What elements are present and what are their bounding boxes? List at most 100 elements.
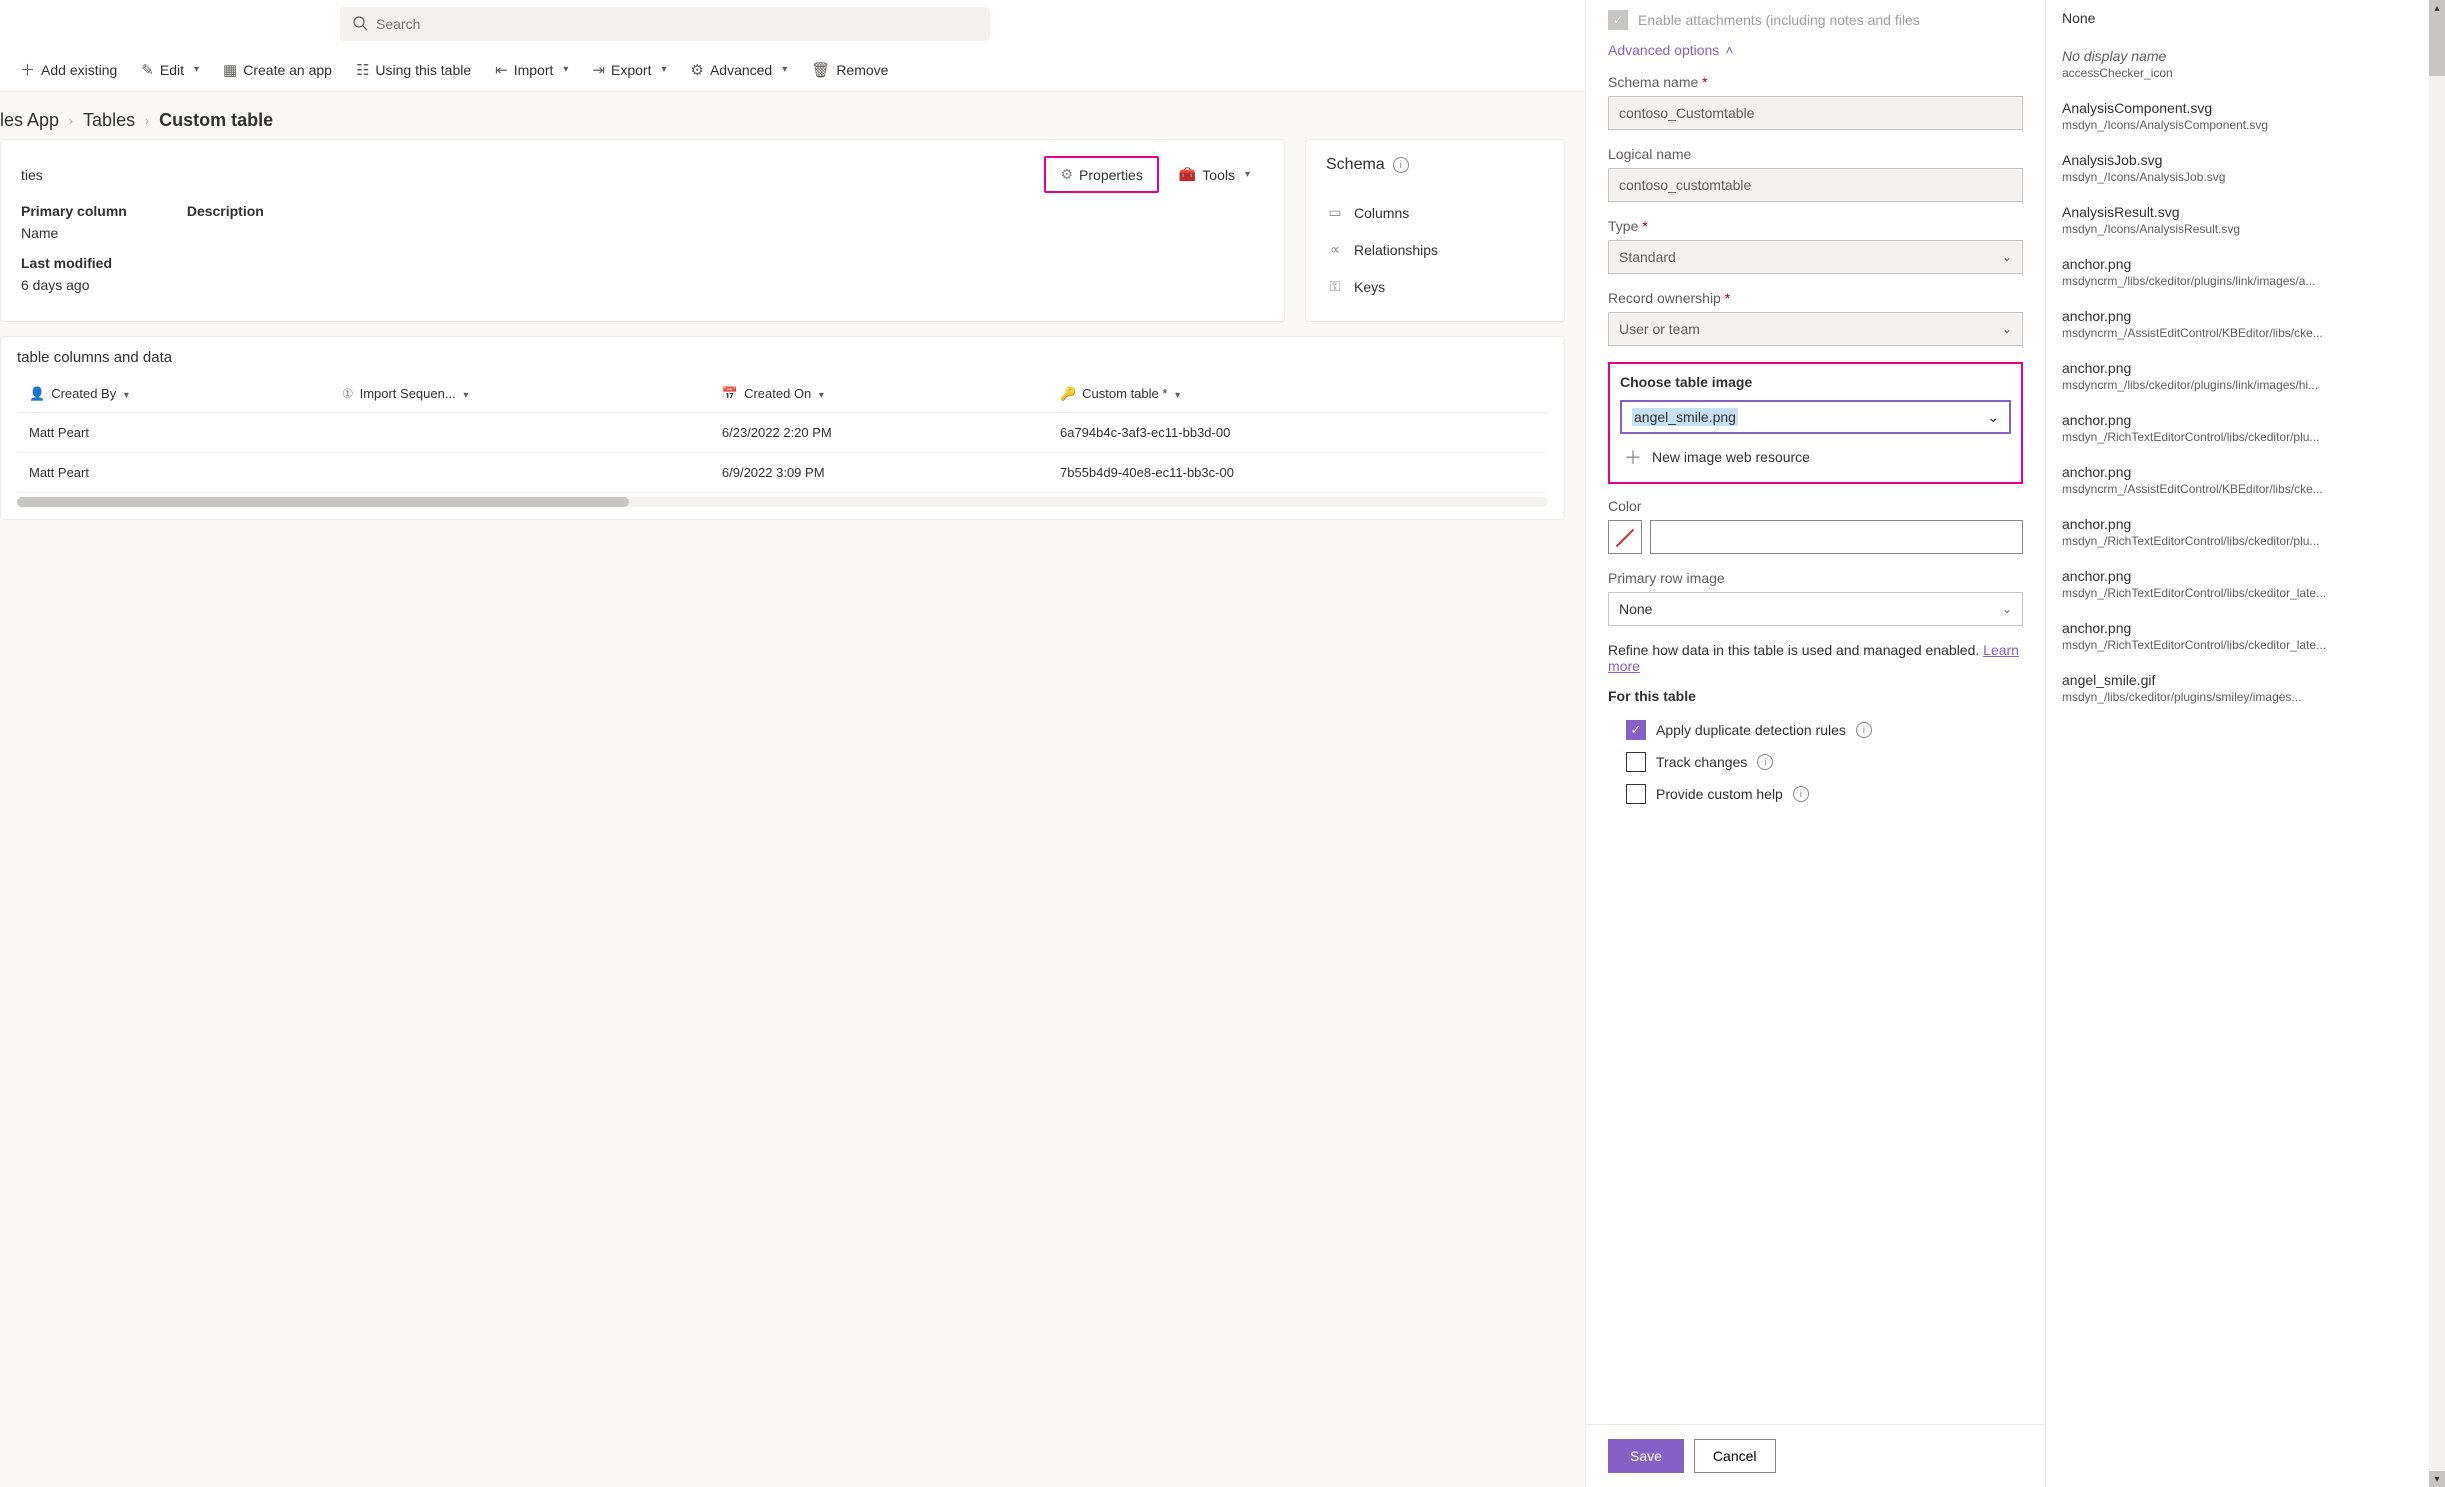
logical-name-field: Logical name (1608, 146, 2023, 202)
checkbox[interactable] (1626, 784, 1646, 804)
new-image-resource-button[interactable]: ＋ New image web resource (1620, 434, 2011, 472)
dropdown-item[interactable]: angel_smile.gifmsdyn_/libs/ckeditor/plug… (2046, 662, 2445, 714)
item-path: msdyn_/RichTextEditorControl/libs/ckedit… (2062, 430, 2429, 444)
cancel-button[interactable]: Cancel (1694, 1439, 1776, 1473)
last-modified-label: Last modified (21, 255, 127, 271)
table-cell: Matt Peart (17, 453, 330, 493)
record-ownership-field: Record ownership * User or team⌄ (1608, 290, 2023, 346)
checkbox[interactable] (1626, 752, 1646, 772)
horizontal-scrollbar[interactable] (17, 497, 1548, 507)
advanced-button[interactable]: ⚙ Advanced ▾ (681, 54, 798, 86)
schema-relationships-link[interactable]: ∝ Relationships (1326, 231, 1544, 268)
for-this-table-heading: For this table (1608, 688, 2023, 704)
properties-button[interactable]: ⚙ Properties (1044, 156, 1158, 193)
checkbox[interactable]: ✓ (1626, 720, 1646, 740)
option-custom-help[interactable]: Provide custom help i (1608, 778, 2023, 810)
export-button[interactable]: ⇥ Export ▾ (582, 54, 676, 86)
save-button[interactable]: Save (1608, 1439, 1684, 1473)
crumb-tables[interactable]: Tables (83, 110, 135, 131)
tools-button[interactable]: 🧰 Tools ▾ (1165, 156, 1264, 193)
key-icon: 🔑 (1060, 386, 1076, 401)
scrollbar-thumb[interactable] (17, 497, 629, 507)
schema-keys-link[interactable]: ⚿ Keys (1326, 268, 1544, 305)
label: Create an app (243, 62, 332, 78)
schema-columns-link[interactable]: ▭ Columns (1326, 194, 1544, 231)
color-swatch[interactable] (1608, 520, 1642, 554)
using-table-button[interactable]: ☷ Using this table (346, 54, 481, 86)
dropdown-item[interactable]: AnalysisJob.svgmsdyn_/Icons/AnalysisJob.… (2046, 142, 2445, 194)
crumb-app[interactable]: les App (0, 110, 59, 131)
col-created-on[interactable]: 📅Created On ▾ (710, 376, 1048, 413)
dropdown-item[interactable]: anchor.pngmsdyncrm_/AssistEditControl/KB… (2046, 454, 2445, 506)
edit-panel: ✓ Enable attachments (including notes an… (1585, 0, 2045, 1487)
item-name: anchor.png (2062, 308, 2429, 324)
dropdown-item[interactable]: AnalysisResult.svgmsdyn_/Icons/AnalysisR… (2046, 194, 2445, 246)
gear-icon: ⚙ (1060, 166, 1073, 183)
search-box[interactable] (340, 7, 990, 41)
schema-name-input (1608, 96, 2023, 130)
table-row[interactable]: Matt Peart6/23/2022 2:20 PM6a794b4c-3af3… (17, 413, 1548, 453)
col-import-seq[interactable]: ①Import Sequen... ▾ (330, 376, 710, 413)
label: Advanced (710, 62, 772, 78)
label: Tools (1202, 167, 1235, 183)
item-path: msdyncrm_/libs/ckeditor/plugins/link/ima… (2062, 274, 2429, 288)
dropdown-item[interactable]: anchor.png msdyn_/RichTextEditorControl/l… (2046, 402, 2445, 454)
remove-button[interactable]: 🗑 Remove (801, 54, 898, 86)
item-name: anchor.png (2062, 360, 2429, 376)
app-icon: ▦ (223, 61, 237, 79)
label: Edit (160, 62, 184, 78)
dropdown-item[interactable]: anchor.pngmsdyncrm_/AssistEditControl/KB… (2046, 298, 2445, 350)
export-icon: ⇥ (592, 61, 605, 79)
chevron-up-icon: ˄ (1725, 42, 1733, 58)
label: Import (514, 62, 554, 78)
dropdown-item[interactable]: anchor.pngmsdyn_/RichTextEditorControl/l… (2046, 558, 2445, 610)
dropdown-item[interactable]: AnalysisComponent.svgmsdyn_/Icons/Analys… (2046, 90, 2445, 142)
dropdown-item[interactable]: No display nameaccessChecker_icon (2046, 38, 2445, 90)
choose-table-image-select[interactable]: angel_smile.png ⌄ (1620, 400, 2011, 434)
col-created-by[interactable]: 👤Created By ▾ (17, 376, 330, 413)
item-path: accessChecker_icon (2062, 66, 2429, 80)
option-duplicate-detection[interactable]: ✓ Apply duplicate detection rules i (1608, 714, 2023, 746)
choose-table-image-label: Choose table image (1620, 374, 2011, 390)
info-icon[interactable]: i (1793, 786, 1809, 802)
add-existing-button[interactable]: ＋ Add existing (10, 54, 127, 86)
advanced-options-toggle[interactable]: Advanced options ˄ (1608, 42, 2023, 58)
dropdown-item[interactable]: anchor.pngmsdyn_/RichTextEditorControl/l… (2046, 506, 2445, 558)
enable-attachments-row: ✓ Enable attachments (including notes an… (1608, 10, 2023, 30)
data-card-title: table columns and data (17, 349, 1548, 366)
image-dropdown-list[interactable]: None No display nameaccessChecker_iconAn… (2045, 0, 2445, 1487)
scroll-down-arrow[interactable]: ▾ (2429, 1471, 2445, 1487)
record-ownership-select: User or team⌄ (1608, 312, 2023, 346)
primary-row-image-field: Primary row image None⌄ (1608, 570, 2023, 626)
col-custom-table[interactable]: 🔑Custom table * ▾ (1048, 376, 1548, 413)
option-track-changes[interactable]: Track changes i (1608, 746, 2023, 778)
create-app-button[interactable]: ▦ Create an app (213, 54, 342, 86)
dropdown-item[interactable]: anchor.pngmsdyn_/RichTextEditorControl/l… (2046, 610, 2445, 662)
scrollbar-thumb[interactable] (2429, 16, 2445, 76)
last-modified-value: 6 days ago (21, 277, 127, 293)
dropdown-item[interactable]: anchor.pngmsdyncrm_/libs/ckeditor/plugin… (2046, 350, 2445, 402)
primary-row-image-select[interactable]: None⌄ (1608, 592, 2023, 626)
label: Export (611, 62, 651, 78)
table-cell: 6/9/2022 3:09 PM (710, 453, 1048, 493)
label: Track changes (1656, 754, 1747, 770)
color-input[interactable] (1650, 520, 2023, 554)
description-label: Description (187, 203, 264, 219)
table-row[interactable]: Matt Peart6/9/2022 3:09 PM7b55b4d9-40e8-… (17, 453, 1548, 493)
info-icon[interactable]: i (1856, 722, 1872, 738)
info-icon[interactable]: i (1393, 157, 1409, 173)
scroll-up-arrow[interactable]: ▴ (2429, 0, 2445, 16)
search-input[interactable] (376, 16, 978, 32)
dropdown-item[interactable]: anchor.pngmsdyncrm_/libs/ckeditor/plugin… (2046, 246, 2445, 298)
item-name: anchor.png (2062, 412, 2429, 428)
label: Add existing (41, 62, 117, 78)
choose-table-image-block: Choose table image angel_smile.png ⌄ ＋ N… (1608, 362, 2023, 484)
toolbox-icon: 🧰 (1179, 166, 1196, 183)
import-button[interactable]: ⇤ Import ▾ (485, 54, 578, 86)
dropdown-item-none[interactable]: None (2046, 0, 2445, 38)
edit-button[interactable]: ✎ Edit ▾ (131, 54, 209, 86)
info-icon[interactable]: i (1757, 754, 1773, 770)
refine-text: Refine how data in this table is used an… (1608, 642, 2023, 674)
item-path: msdyn_/RichTextEditorControl/libs/ckedit… (2062, 586, 2429, 600)
flyout-scrollbar[interactable]: ▴ ▾ (2429, 0, 2445, 1487)
